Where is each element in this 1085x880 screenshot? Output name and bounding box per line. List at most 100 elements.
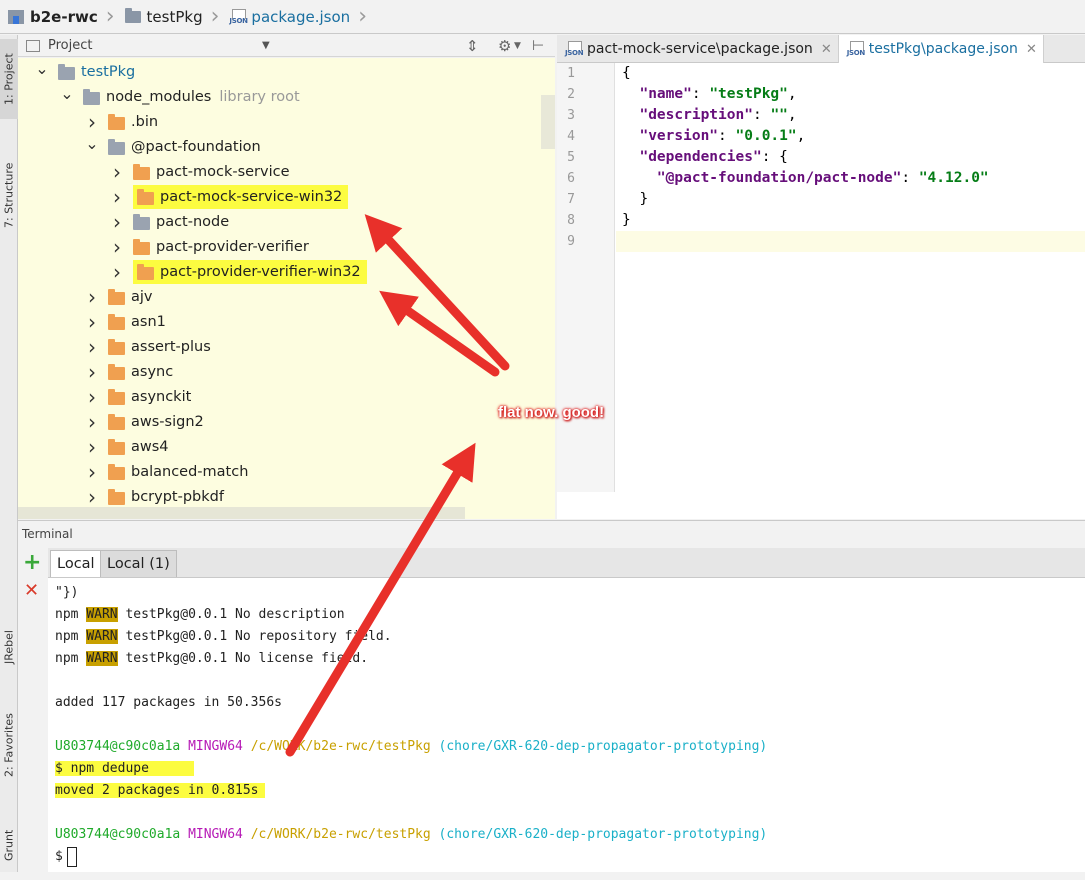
tree-node[interactable]: › async (82, 360, 173, 384)
folder-icon (108, 138, 125, 155)
folder-icon (58, 63, 75, 80)
hide-panel-icon[interactable]: ⊢ (532, 38, 544, 54)
terminal-tab-local[interactable]: Local (50, 550, 102, 577)
folder-icon (108, 463, 125, 480)
editor-gutter (557, 63, 615, 492)
project-view-icon (26, 39, 40, 52)
tree-node[interactable]: › bcrypt-pbkdf (82, 485, 224, 509)
editor-tab-label: testPkg\package.json (868, 41, 1018, 57)
chevron-down-icon[interactable]: ▼ (262, 40, 270, 51)
tree-node[interactable]: ⌄ @pact-foundation (82, 134, 260, 159)
tree-node[interactable]: › balanced-match (82, 460, 248, 484)
chevron-right-icon[interactable]: › (107, 185, 127, 209)
editor-tab-bar: pact-mock-service\package.json ✕ testPkg… (557, 35, 1085, 63)
terminal-input-prompt[interactable]: $ (55, 849, 63, 864)
tool-tab-jrebel[interactable]: JRebel (0, 607, 18, 687)
terminal-tab-local-1[interactable]: Local (1) (100, 550, 177, 577)
editor-tab-pact-mock-service-package[interactable]: pact-mock-service\package.json ✕ (557, 35, 839, 63)
tool-tab-grunt[interactable]: Grunt (0, 810, 18, 880)
chevron-right-icon[interactable]: › (82, 485, 102, 509)
folder-icon (124, 7, 141, 23)
chevron-right-icon[interactable]: › (82, 435, 102, 459)
chevron-right-icon[interactable]: › (82, 335, 102, 359)
chevron-right-icon[interactable]: › (107, 235, 127, 259)
tree-node[interactable]: › aws-sign2 (82, 410, 204, 434)
tree-node[interactable]: › assert-plus (82, 335, 211, 359)
terminal-line: npm WARN testPkg@0.0.1 No description (55, 607, 345, 622)
chevron-down-icon[interactable]: ▼ (514, 41, 521, 51)
tree-node[interactable]: › pact-provider-verifier-win32 (107, 260, 367, 284)
current-line-highlight (616, 231, 1085, 252)
code-line: "dependencies": { (639, 149, 788, 165)
code-line: } (622, 212, 631, 228)
tree-node[interactable]: › asynckit (82, 385, 191, 409)
chevron-right-icon[interactable]: › (107, 210, 127, 234)
chevron-right-icon[interactable]: › (82, 285, 102, 309)
close-icon[interactable]: ✕ (821, 42, 832, 57)
tool-tab-project[interactable]: 1: Project (0, 39, 18, 119)
chevron-right-icon[interactable]: › (82, 385, 102, 409)
breadcrumb-item-folder[interactable]: testPkg › (121, 0, 226, 34)
close-icon[interactable]: ✕ (1026, 42, 1037, 57)
breadcrumb-item-file[interactable]: package.json › (225, 0, 373, 34)
tree-node-label: .bin (131, 114, 159, 130)
folder-icon (108, 413, 125, 430)
tree-horizontal-scrollbar[interactable] (18, 507, 465, 519)
code-line: "description": "", (639, 107, 797, 123)
code-line: "version": "0.0.1", (639, 128, 806, 144)
project-tree: ⌄ testPkg ⌄ node_modules library root › .bin ⌄ @… (18, 58, 555, 519)
tree-node[interactable]: › pact-mock-service (107, 160, 290, 184)
chevron-right-icon[interactable]: › (82, 410, 102, 434)
tool-tab-structure[interactable]: 7: Structure (0, 145, 18, 245)
line-number: 7 (567, 192, 575, 207)
collapse-all-icon[interactable]: ⇕ (466, 37, 479, 55)
tree-node-label: ajv (131, 289, 153, 305)
chevron-right-icon[interactable]: › (107, 160, 127, 184)
tree-node[interactable]: ⌄ node_modules library root (57, 84, 299, 109)
chevron-right-icon[interactable]: › (82, 310, 102, 334)
tree-node-label: aws-sign2 (131, 414, 204, 430)
folder-icon (83, 88, 100, 105)
add-icon[interactable]: + (23, 550, 41, 575)
line-number: 6 (567, 171, 575, 186)
gear-icon[interactable]: ⚙ (498, 37, 511, 55)
folder-icon (108, 338, 125, 355)
tree-node[interactable]: › aws4 (82, 435, 169, 459)
tree-node-label: testPkg (81, 64, 136, 80)
breadcrumb-label: testPkg (146, 7, 203, 26)
breadcrumb-label: b2e-rwc (30, 7, 98, 26)
chevron-right-icon[interactable]: › (82, 110, 102, 134)
chevron-right-icon: › (358, 3, 367, 29)
chevron-right-icon[interactable]: › (82, 460, 102, 484)
tree-node-label: pact-provider-verifier (156, 239, 309, 255)
code-line: "name": "testPkg", (639, 86, 797, 102)
project-view-selector[interactable]: Project (48, 38, 92, 53)
tree-scrollbar[interactable] (541, 95, 555, 149)
editor-tab-testpkg-package[interactable]: testPkg\package.json ✕ (838, 35, 1044, 63)
tree-node[interactable]: › pact-node (107, 210, 229, 234)
terminal-command-line: $ npm dedupe (55, 761, 195, 776)
close-icon[interactable]: ✕ (24, 580, 39, 601)
code-line: { (622, 65, 631, 81)
line-number: 5 (567, 150, 575, 165)
annotation-callout: flat now. good! (498, 403, 605, 421)
tree-node[interactable]: ⌄ testPkg (32, 59, 136, 84)
chevron-right-icon[interactable]: › (82, 360, 102, 384)
chevron-down-icon[interactable]: ⌄ (32, 59, 52, 78)
terminal-result-line: moved 2 packages in 0.815s (55, 783, 265, 798)
tree-node[interactable]: › pact-mock-service-win32 (107, 185, 349, 209)
folder-icon (108, 488, 125, 505)
tree-node[interactable]: › pact-provider-verifier (107, 235, 309, 259)
tree-node[interactable]: › asn1 (82, 310, 166, 334)
editor-tab-label: pact-mock-service\package.json (587, 41, 813, 57)
tool-tab-favorites[interactable]: 2: Favorites (0, 695, 18, 795)
navigation-breadcrumb: b2e-rwc › testPkg › package.json › (0, 0, 1085, 34)
breadcrumb-item-project[interactable]: b2e-rwc › (4, 0, 121, 34)
tree-node[interactable]: › ajv (82, 285, 153, 309)
folder-icon (108, 288, 125, 305)
tree-node-label: asynckit (131, 389, 192, 405)
chevron-down-icon[interactable]: ⌄ (82, 134, 102, 153)
chevron-down-icon[interactable]: ⌄ (57, 84, 77, 103)
chevron-right-icon[interactable]: › (107, 260, 127, 284)
tree-node[interactable]: › .bin (82, 110, 158, 134)
